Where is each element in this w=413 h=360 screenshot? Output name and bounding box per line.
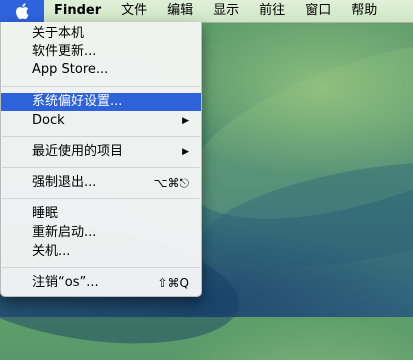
menu-item-sleep[interactable]: 睡眠 [1,205,201,223]
menu-item-label: 强制退出... [32,175,97,190]
menu-item-label: 关于本机 [32,26,85,41]
menu-item-force-quit[interactable]: 强制退出... ⌥⌘⎋ [1,174,201,192]
submenu-arrow-icon: ▶ [182,116,189,126]
menu-separator [2,167,200,168]
apple-menu-button[interactable] [0,0,44,22]
submenu-arrow-icon: ▶ [182,147,189,157]
menu-separator [2,86,200,87]
menu-file[interactable]: 文件 [111,0,157,22]
menu-view[interactable]: 显示 [203,0,249,22]
menu-finder[interactable]: Finder [44,0,111,22]
menu-window[interactable]: 窗口 [295,0,341,22]
menu-item-software-update[interactable]: 软件更新... [1,43,201,61]
wallpaper-wave [194,142,413,288]
menu-item-label: 注销“os”... [32,275,99,290]
menu-go[interactable]: 前往 [249,0,295,22]
menu-item-recent-items[interactable]: 最近使用的项目 ▶ [1,143,201,161]
menu-edit[interactable]: 编辑 [157,0,203,22]
menu-item-label: 软件更新... [32,44,97,59]
menu-item-app-store[interactable]: App Store... [1,61,201,79]
menu-item-about-this-mac[interactable]: 关于本机 [1,25,201,43]
menu-item-label: 系统偏好设置... [32,94,123,109]
apple-menu-dropdown: 关于本机 软件更新... App Store... 系统偏好设置... Dock… [0,22,202,297]
menu-help[interactable]: 帮助 [341,0,387,22]
menu-item-label: 睡眠 [32,206,59,221]
wallpaper-wave [167,4,413,256]
menu-item-label: App Store... [32,62,109,77]
apple-icon [16,3,29,19]
menu-item-restart[interactable]: 重新启动... [1,224,201,242]
shortcut-label: ⇧⌘Q [157,276,190,290]
menu-item-dock[interactable]: Dock ▶ [1,112,201,130]
shortcut-label: ⌥⌘⎋ [153,176,189,190]
menu-item-log-out[interactable]: 注销“os”... ⇧⌘Q [1,274,201,292]
menu-item-shut-down[interactable]: 关机... [1,243,201,261]
menu-separator [2,267,200,268]
menu-item-label: Dock [32,113,65,128]
menu-item-system-preferences[interactable]: 系统偏好设置... [1,93,201,111]
menu-item-label: 重新启动... [32,225,97,240]
menu-separator [2,136,200,137]
menu-item-label: 最近使用的项目 [32,144,124,159]
menu-separator [2,198,200,199]
menu-item-label: 关机... [32,244,71,259]
menu-bar: Finder 文件 编辑 显示 前往 窗口 帮助 [0,0,413,23]
